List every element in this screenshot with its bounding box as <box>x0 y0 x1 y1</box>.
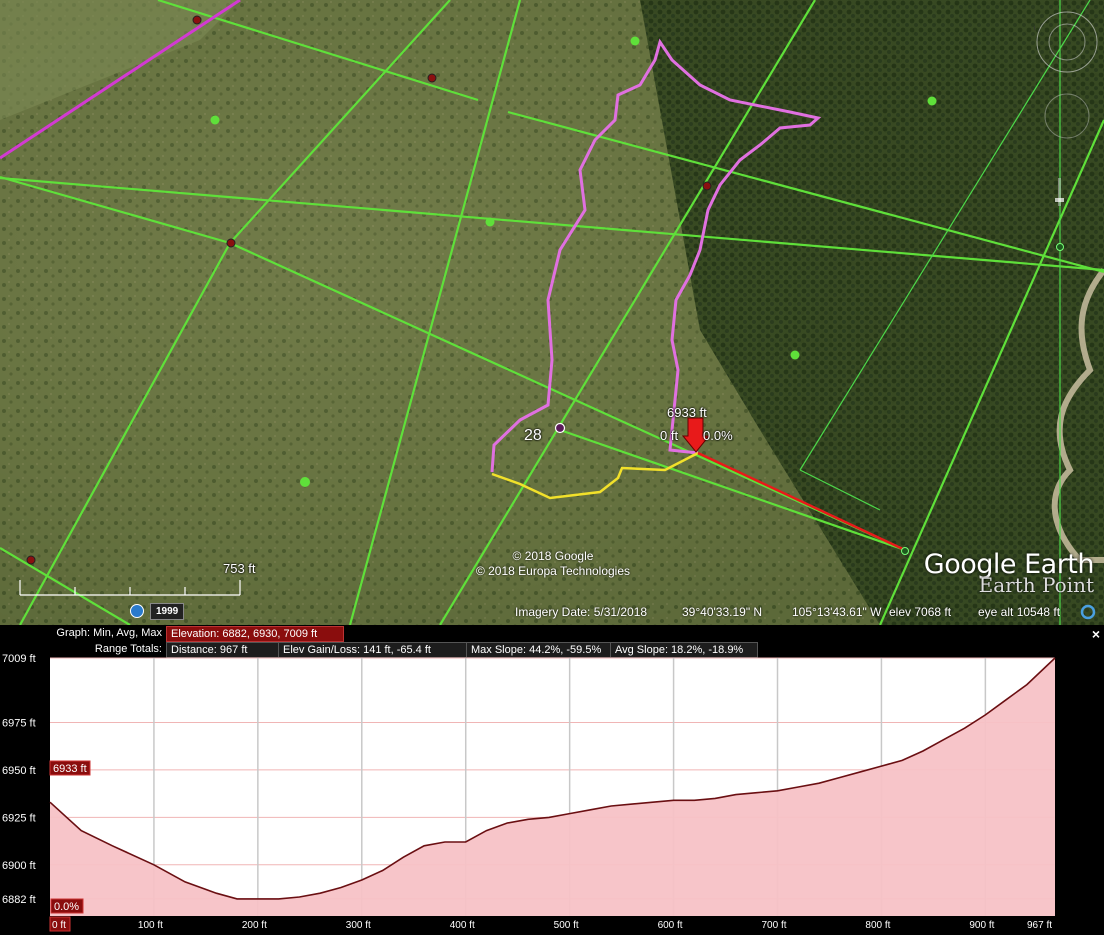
elevation-profile-panel: Graph: Min, Avg, Max Elevation: 6882, 69… <box>0 625 1104 935</box>
cursor-distance-text: 0 ft <box>52 920 66 931</box>
scale-label: 753 ft <box>223 561 256 576</box>
clock-icon[interactable] <box>130 604 144 618</box>
look-joystick-icon[interactable] <box>1044 93 1090 139</box>
earth-point-logo: Earth Point <box>978 573 1094 597</box>
y-tick-label: 6975 ft <box>2 718 36 730</box>
y-tick-label: 6900 ft <box>2 860 36 872</box>
y-tick-label: 6925 ft <box>2 812 36 824</box>
x-tick-label: 967 ft <box>1027 920 1052 931</box>
navigation-controls[interactable] <box>1025 8 1100 213</box>
x-tick-label: 300 ft <box>346 920 371 931</box>
satellite-imagery[interactable] <box>0 0 1104 625</box>
x-tick-label: 700 ft <box>762 920 787 931</box>
x-tick-label: 900 ft <box>969 920 994 931</box>
cursor-slope-text: 0.0% <box>54 901 79 913</box>
x-tick-label: 400 ft <box>450 920 475 931</box>
cursor-slope-badge: 0.0% <box>50 898 84 914</box>
cursor-elevation-text: 6933 ft <box>53 763 87 775</box>
y-tick-label: 6882 ft <box>2 894 36 906</box>
imagery-date: Imagery Date: 5/31/2018 <box>515 605 648 619</box>
x-tick-label: 800 ft <box>865 920 890 931</box>
eye-altitude-readout: eye alt 10548 ft <box>978 605 1061 619</box>
y-tick-label: 7009 ft <box>2 653 36 665</box>
copyright-google: © 2018 Google <box>512 549 594 563</box>
map-view[interactable]: 28 6933 ft 0 ft 0.0% 753 ft © 2018 Googl… <box>0 0 1104 625</box>
cursor-distance-badge: 0 ft <box>49 916 71 932</box>
elevation-chart[interactable]: 7009 ft 6975 ft 6950 ft 6925 ft 6900 ft 6882 … <box>0 625 1104 935</box>
copyright-europa: © 2018 Europa Technologies <box>475 564 631 578</box>
x-tick-label: 600 ft <box>658 920 683 931</box>
x-axis-ticks: 100 ft 200 ft 300 ft 400 ft 500 ft 600 ft 700 … <box>138 920 1052 931</box>
marker-elevation-label: 6933 ft <box>667 405 707 420</box>
marker-distance-label: 0 ft <box>660 428 679 443</box>
imagery-copyright: © 2018 Google © 2018 Europa Technologies <box>440 549 666 579</box>
latitude-readout: 39°40'33.19" N <box>682 605 763 619</box>
y-axis-ticks: 7009 ft 6975 ft 6950 ft 6925 ft 6900 ft 6882 … <box>2 653 36 906</box>
marker-slope-label: 0.0% <box>703 428 733 443</box>
x-tick-label: 200 ft <box>242 920 267 931</box>
compass-icon[interactable] <box>1025 11 1098 73</box>
x-tick-label: 500 ft <box>554 920 579 931</box>
section-number-label: 28 <box>524 427 542 444</box>
history-year-badge[interactable]: 1999 <box>150 603 185 620</box>
longitude-readout: 105°13'43.61" W <box>792 605 882 619</box>
x-tick-label: 100 ft <box>138 920 163 931</box>
download-status-icon <box>1080 604 1096 620</box>
zoom-slider-icon[interactable] <box>1055 178 1064 206</box>
elevation-readout: elev 7068 ft <box>889 605 952 619</box>
y-tick-label: 6950 ft <box>2 765 36 777</box>
cursor-elevation-badge: 6933 ft <box>49 760 91 776</box>
